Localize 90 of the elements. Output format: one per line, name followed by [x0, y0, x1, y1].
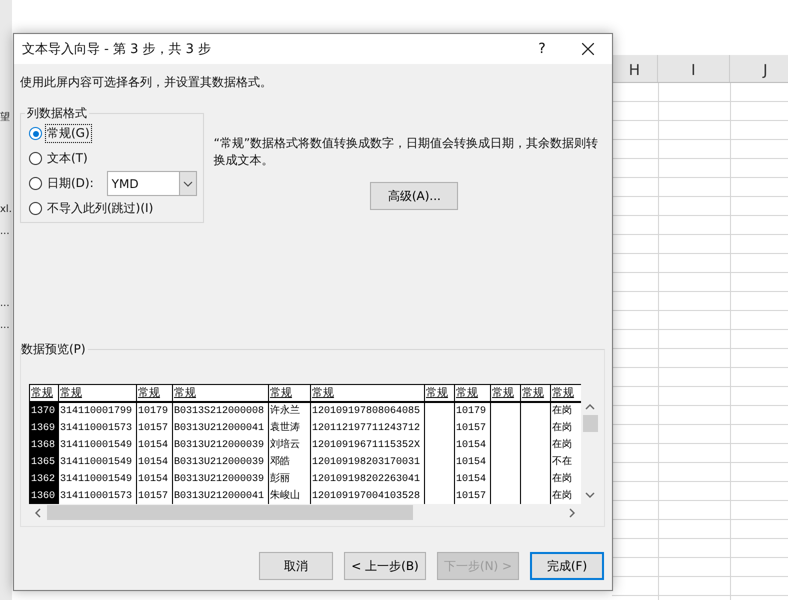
scroll-thumb[interactable]	[47, 505, 413, 520]
column-format-header[interactable]: 常规	[311, 385, 424, 403]
table-cell-text: 彭丽	[269, 472, 291, 487]
radio-label[interactable]: 常规(G)	[46, 125, 91, 142]
table-cell-text: 10179	[137, 405, 170, 419]
table-cell-text: 314110001549	[59, 456, 134, 470]
column-format-header[interactable]: 常规	[269, 385, 310, 403]
table-cell: 1368	[30, 437, 58, 454]
radio-label[interactable]: 不导入此列(跳过)(I)	[46, 200, 154, 217]
table-cell-text: B0313S212000008	[173, 405, 266, 419]
radio-button[interactable]	[29, 127, 42, 140]
column-format-header[interactable]: 常规	[425, 385, 454, 403]
table-cell-text: 10157	[137, 422, 170, 436]
table-cell-text: 10179	[455, 405, 488, 419]
window-title: 文本导入向导 - 第 3 步，共 3 步	[22, 41, 212, 58]
down-chevron-icon[interactable]	[585, 490, 595, 500]
table-cell-text: 刘培云	[269, 438, 301, 453]
table-cell-text: 10157	[455, 422, 488, 436]
scroll-thumb[interactable]	[582, 415, 598, 432]
table-cell-text: B0313U212000041	[173, 490, 266, 504]
table-cell-text: 120109197004103528	[311, 490, 422, 504]
table-cell-text: 在岗	[551, 488, 573, 504]
table-cell-text: B0313U212000039	[173, 456, 266, 470]
table-cell: 1365	[30, 454, 58, 471]
table-cell-text: 在岗	[551, 420, 573, 436]
table-cell-text: B0313U212000039	[173, 439, 266, 453]
table-cell-text: 120109198203170031	[311, 456, 422, 470]
table-cell-text: 10154	[455, 456, 488, 470]
table-cell-text: 许永兰	[269, 404, 301, 419]
table-cell-text: 10157	[455, 490, 488, 504]
column-format-header[interactable]: 常规	[137, 385, 172, 403]
column-format-header[interactable]: 常规	[173, 385, 268, 403]
up-chevron-icon[interactable]	[585, 402, 595, 412]
table-cell-text: 朱峻山	[269, 488, 301, 504]
table-cell: 1370	[30, 403, 58, 420]
table-cell-text: 邓皓	[269, 454, 291, 470]
table-cell-text: 120109197808064085	[311, 405, 422, 419]
date-format-dropdown[interactable]: YMD	[106, 171, 197, 196]
table-cell-text: 314110001549	[59, 473, 134, 487]
radio-button[interactable]	[29, 202, 42, 215]
group-label: 数据预览(P)	[21, 341, 87, 358]
sheet-text: ...	[0, 298, 11, 310]
radio-label[interactable]: 文本(T)	[46, 150, 89, 167]
column-header[interactable]: J	[730, 55, 788, 82]
table-cell: 1362	[30, 471, 58, 488]
advanced-button[interactable]: 高级(A)...	[370, 182, 458, 210]
instruction-text: 使用此屏内容可选择各列，并设置其数据格式。	[20, 74, 273, 91]
table-cell-text: B0313U212000041	[173, 422, 266, 436]
table-cell-text: 10154	[455, 473, 488, 487]
table-cell-text: 314110001573	[59, 490, 134, 504]
description-text: “常规”数据格式将数值转换成数字，日期值会转换成日期，其余数据则转换成文本。	[214, 135, 600, 169]
column-format-header[interactable]: 常规	[521, 385, 550, 403]
help-button[interactable]: ?	[519, 41, 565, 57]
table-cell-text: 12010919671115352X	[311, 439, 422, 453]
column-format-header[interactable]: 常规	[455, 385, 490, 403]
table-cell-text: 在岗	[551, 472, 573, 487]
sheet-text: 望	[0, 112, 11, 124]
table-cell-text: 袁世涛	[269, 420, 301, 436]
column-format-header[interactable]: 常规	[491, 385, 520, 403]
table-cell-text: 在岗	[551, 438, 573, 453]
table-cell-text: 120112197711243712	[311, 422, 422, 436]
wizard-button[interactable]: < 上一步(B)	[344, 552, 426, 580]
sheet-text: xl.	[0, 204, 12, 216]
group-label: 列数据格式	[26, 105, 88, 122]
table-cell-text: 10154	[455, 439, 488, 453]
sheet-text: ...	[0, 226, 11, 238]
column-format-header[interactable]: 常规	[59, 385, 136, 403]
column-header[interactable]: I	[658, 55, 730, 82]
table-cell-text: 10157	[137, 490, 170, 504]
sheet-text: ...	[0, 320, 11, 332]
wizard-button[interactable]: 完成(F)	[530, 552, 604, 580]
table-cell-text: 314110001799	[59, 405, 134, 419]
table-cell-text: 314110001573	[59, 422, 134, 436]
table-cell-text: 不在	[551, 455, 573, 470]
table-cell: 1369	[30, 420, 58, 437]
table-cell: 1360	[30, 488, 58, 504]
radio-button[interactable]	[29, 152, 42, 165]
right-chevron-icon[interactable]	[567, 508, 577, 518]
table-cell-text: 314110001549	[59, 439, 134, 453]
close-icon[interactable]	[582, 43, 594, 55]
table-cell-text: 120109198202263041	[311, 473, 422, 487]
table-cell-text: 在岗	[551, 404, 573, 419]
left-chevron-icon[interactable]	[33, 508, 43, 518]
wizard-button[interactable]: 取消	[259, 552, 333, 580]
radio-label[interactable]: 日期(D):	[46, 175, 95, 192]
table-cell-text: 10154	[137, 473, 170, 487]
radio-button[interactable]	[29, 177, 42, 190]
table-cell-text: 10154	[137, 456, 170, 470]
table-cell-text: 10154	[137, 439, 170, 453]
table-cell-text: B0313U212000039	[173, 473, 266, 487]
